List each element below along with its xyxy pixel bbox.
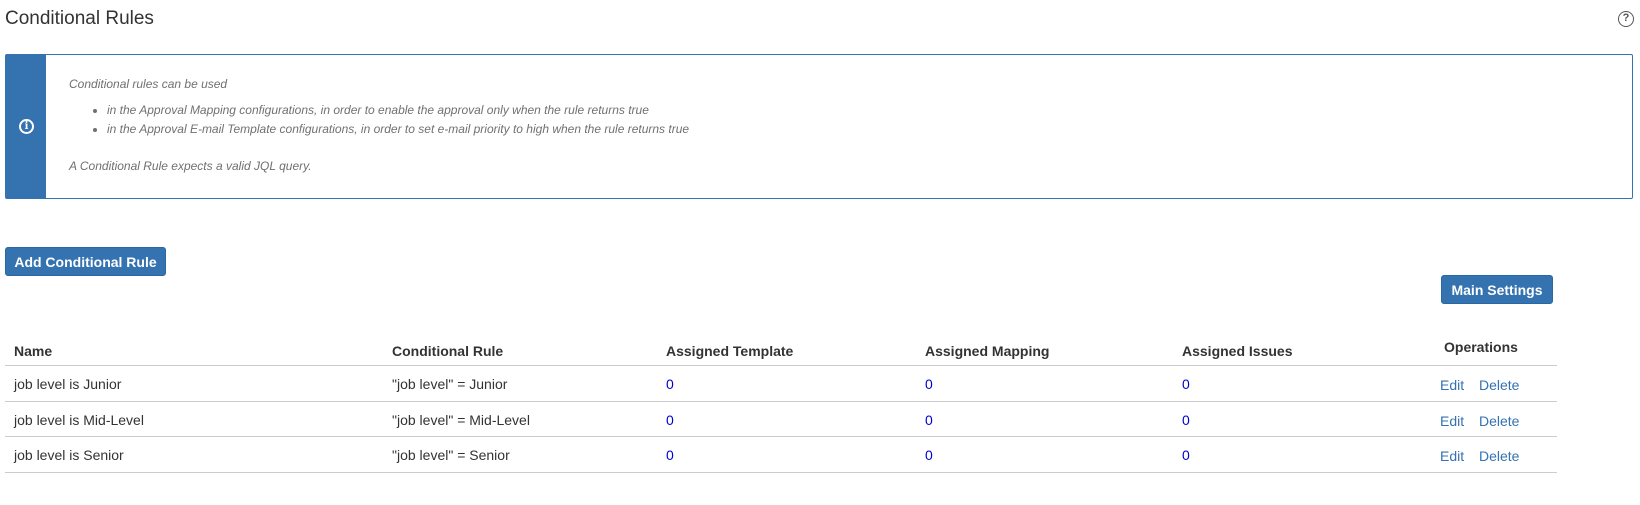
info-list-item: in the Approval E-mail Template configur…	[107, 120, 1612, 139]
info-content: Conditional rules can be used in the App…	[69, 77, 1612, 173]
page-title: Conditional Rules	[5, 8, 154, 29]
column-header-issues: Assigned Issues	[1182, 343, 1293, 359]
main-settings-button[interactable]: Main Settings	[1441, 275, 1553, 304]
conditional-rules-table: Name Conditional Rule Assigned Template …	[5, 334, 1557, 473]
add-conditional-rule-button[interactable]: Add Conditional Rule	[5, 247, 166, 276]
assigned-issues-link[interactable]: 0	[1182, 447, 1190, 463]
info-circle-icon: i	[19, 119, 34, 134]
rule-query-cell: "job level" = Junior	[392, 376, 508, 392]
assigned-issues-link[interactable]: 0	[1182, 376, 1190, 392]
assigned-mapping-link[interactable]: 0	[925, 447, 933, 463]
delete-link[interactable]: Delete	[1479, 448, 1519, 464]
info-list: in the Approval Mapping configurations, …	[69, 101, 1612, 139]
delete-link[interactable]: Delete	[1479, 377, 1519, 393]
column-header-template: Assigned Template	[666, 343, 794, 359]
question-circle-icon[interactable]: ?	[1618, 11, 1634, 27]
info-intro: Conditional rules can be used	[69, 77, 228, 91]
info-footer: A Conditional Rule expects a valid JQL q…	[69, 159, 312, 173]
edit-link[interactable]: Edit	[1440, 413, 1464, 429]
assigned-mapping-link[interactable]: 0	[925, 412, 933, 428]
table-row: job level is Junior "job level" = Junior…	[5, 366, 1557, 402]
rule-query-cell: "job level" = Senior	[392, 447, 510, 463]
assigned-template-link[interactable]: 0	[666, 376, 674, 392]
info-panel-bar: i	[6, 55, 46, 198]
info-panel: i Conditional rules can be used in the A…	[5, 54, 1633, 199]
table-row: job level is Mid-Level "job level" = Mid…	[5, 402, 1557, 437]
assigned-template-link[interactable]: 0	[666, 412, 674, 428]
assigned-mapping-link[interactable]: 0	[925, 376, 933, 392]
assigned-issues-link[interactable]: 0	[1182, 412, 1190, 428]
column-header-name: Name	[14, 343, 53, 359]
table-row: job level is Senior "job level" = Senior…	[5, 437, 1557, 473]
rule-query-cell: "job level" = Mid-Level	[392, 411, 530, 428]
info-list-item: in the Approval Mapping configurations, …	[107, 101, 1612, 120]
column-header-rule: Conditional Rule	[392, 343, 504, 359]
rule-name-cell: job level is Junior	[14, 376, 122, 392]
edit-link[interactable]: Edit	[1440, 448, 1464, 464]
rule-name-cell: job level is Mid-Level	[14, 411, 144, 428]
column-header-operations: Operations	[1444, 339, 1518, 355]
delete-link[interactable]: Delete	[1479, 413, 1519, 429]
table-header: Name Conditional Rule Assigned Template …	[5, 334, 1557, 366]
assigned-template-link[interactable]: 0	[666, 447, 674, 463]
rule-name-cell: job level is Senior	[14, 447, 124, 463]
edit-link[interactable]: Edit	[1440, 377, 1464, 393]
column-header-mapping: Assigned Mapping	[925, 343, 1050, 359]
